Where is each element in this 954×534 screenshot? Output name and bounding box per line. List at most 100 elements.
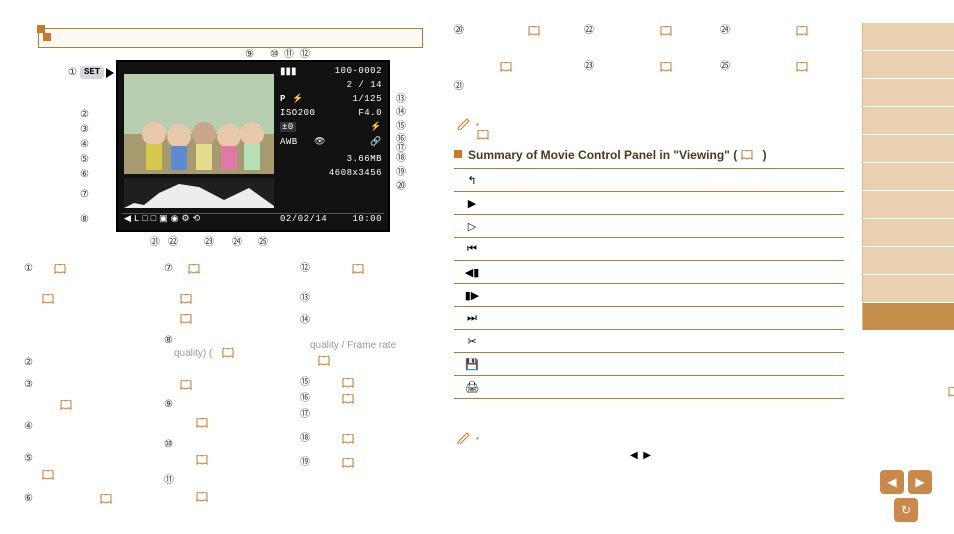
cell-desc: ◀ ▶ — [490, 215, 844, 238]
legend-18: ⑱ — [300, 434, 310, 444]
legend-quality: quality) ( — [174, 348, 212, 359]
legend-10: ⑩ — [164, 440, 173, 450]
folder-file: 100-0002 — [335, 66, 382, 76]
book-icon — [342, 378, 354, 388]
callout-18: ⑱ — [396, 154, 406, 164]
side-tab[interactable] — [862, 79, 954, 106]
legend-6: ⑥ — [24, 494, 33, 504]
book-icon — [196, 418, 208, 428]
return-button[interactable]: ↻ — [894, 498, 918, 522]
callout-6: ⑥ — [80, 170, 89, 180]
aperture: F4.0 — [358, 108, 382, 118]
legend-15: ⑮ — [300, 378, 310, 388]
book-icon — [180, 294, 192, 304]
movie-panel-heading: Summary of Movie Control Panel in "Viewi… — [454, 148, 767, 162]
cell-return-icon: ↰ — [454, 169, 490, 192]
callout-8: ⑧ — [80, 215, 89, 225]
legend-2: ② — [24, 358, 33, 368]
image-counter: 2 / 14 — [347, 80, 382, 90]
legend-16: ⑯ — [300, 394, 310, 404]
square-bullet-icon — [454, 150, 462, 158]
book-icon — [342, 458, 354, 468]
callout-22: ㉒ — [168, 238, 178, 248]
legend-rate: quality / Frame rate — [310, 340, 396, 351]
callout-1: ① — [68, 68, 77, 78]
iso: ISO200 — [280, 108, 315, 118]
cell-desc — [490, 169, 844, 192]
callout-14: ⑭ — [396, 108, 406, 118]
cell-desc: ⌨ — [490, 307, 844, 330]
bottom-icon-row: ◀L□□▣◉⚙⟲ — [124, 214, 203, 224]
callout-10: ⑩ — [270, 50, 279, 60]
cell-desc — [490, 192, 844, 215]
callout-2: ② — [80, 110, 89, 120]
exp-comp: ±0 — [280, 122, 296, 132]
book-icon — [352, 264, 364, 274]
camera-info-display: ▮▮▮ 100-0002 2 / 14 P ⚡ 1/125 ISO200 F4.… — [116, 60, 390, 232]
callout-12: ⑫ — [300, 50, 310, 60]
prev-page-button[interactable]: ◀ — [880, 470, 904, 494]
book-icon — [180, 314, 192, 324]
book-icon — [180, 380, 192, 390]
legend-1: ① — [24, 264, 33, 274]
link-icon: 🔗 — [370, 137, 382, 147]
set-play-badge: SET — [80, 66, 114, 79]
date: 02/02/14 — [280, 214, 327, 224]
book-icon — [196, 455, 208, 465]
side-tab[interactable] — [862, 51, 954, 78]
heading-close: ) — [763, 148, 767, 162]
legend-9: ⑨ — [164, 400, 173, 410]
flash-icon: ⚡ — [292, 94, 304, 104]
callout-23: ㉓ — [204, 238, 214, 248]
callout-7: ⑦ — [80, 190, 89, 200]
cell-desc: ⌨ — [490, 284, 844, 307]
cell-framefwd-icon: ▮▶ — [454, 284, 490, 307]
note-pencil-1: • — [456, 116, 479, 133]
section-title-bar — [38, 28, 423, 48]
side-tab[interactable] — [862, 135, 954, 162]
cell-cut-icon: ✂ — [454, 330, 490, 353]
set-chip: SET — [80, 66, 104, 79]
book-icon — [342, 434, 354, 444]
battery-icon: ▮▮▮ — [280, 66, 297, 78]
book-icon — [42, 470, 54, 480]
square-bullet-icon — [43, 33, 51, 41]
cell-desc — [490, 376, 844, 399]
callout-20: ⑳ — [396, 182, 406, 192]
thumbnail-photo — [124, 74, 274, 174]
legend-5: ⑤ — [24, 454, 33, 464]
movie-control-table: ↰ ▶ ▷◀ ▶ ⏮⌨ ◀▮⌨ ▮▶⌨ ⏭⌨ ✂ 💾 🖨 — [454, 168, 844, 399]
side-tab[interactable] — [862, 219, 954, 246]
legend-14: ⑭ — [300, 316, 310, 326]
book-icon — [342, 394, 354, 404]
legend-12: ⑫ — [300, 264, 310, 274]
note-pencil-2: • — [456, 430, 479, 447]
legend-11: ⑪ — [164, 476, 174, 486]
cell-desc: ⌨ — [490, 238, 844, 261]
side-tab[interactable] — [862, 23, 954, 50]
book-icon — [948, 387, 954, 397]
cell-desc — [490, 330, 844, 353]
side-tab[interactable] — [862, 247, 954, 274]
extra-face: 👁 — [314, 137, 326, 147]
book-icon — [660, 62, 672, 72]
callout-3: ③ — [80, 125, 89, 135]
tri-pair-note: ◀ ▶ — [630, 450, 651, 461]
cell-next-icon: ⏭ — [454, 307, 490, 330]
side-tab[interactable] — [862, 163, 954, 190]
next-page-button[interactable]: ▶ — [908, 470, 932, 494]
book-icon — [42, 294, 54, 304]
callout-25: ㉕ — [258, 238, 268, 248]
flash-status-icon: ⚡ — [370, 122, 382, 132]
filesize: 3.66MB — [347, 154, 382, 164]
book-icon — [796, 26, 808, 36]
side-tab[interactable] — [862, 191, 954, 218]
book-icon — [528, 26, 540, 36]
callout-13: ⑬ — [396, 95, 406, 105]
cell-play-icon: ▶ — [454, 192, 490, 215]
side-tab-active[interactable] — [862, 303, 954, 330]
side-tab[interactable] — [862, 275, 954, 302]
time: 10:00 — [352, 214, 382, 224]
side-tab[interactable] — [862, 107, 954, 134]
callout-21: ㉑ — [150, 238, 160, 248]
